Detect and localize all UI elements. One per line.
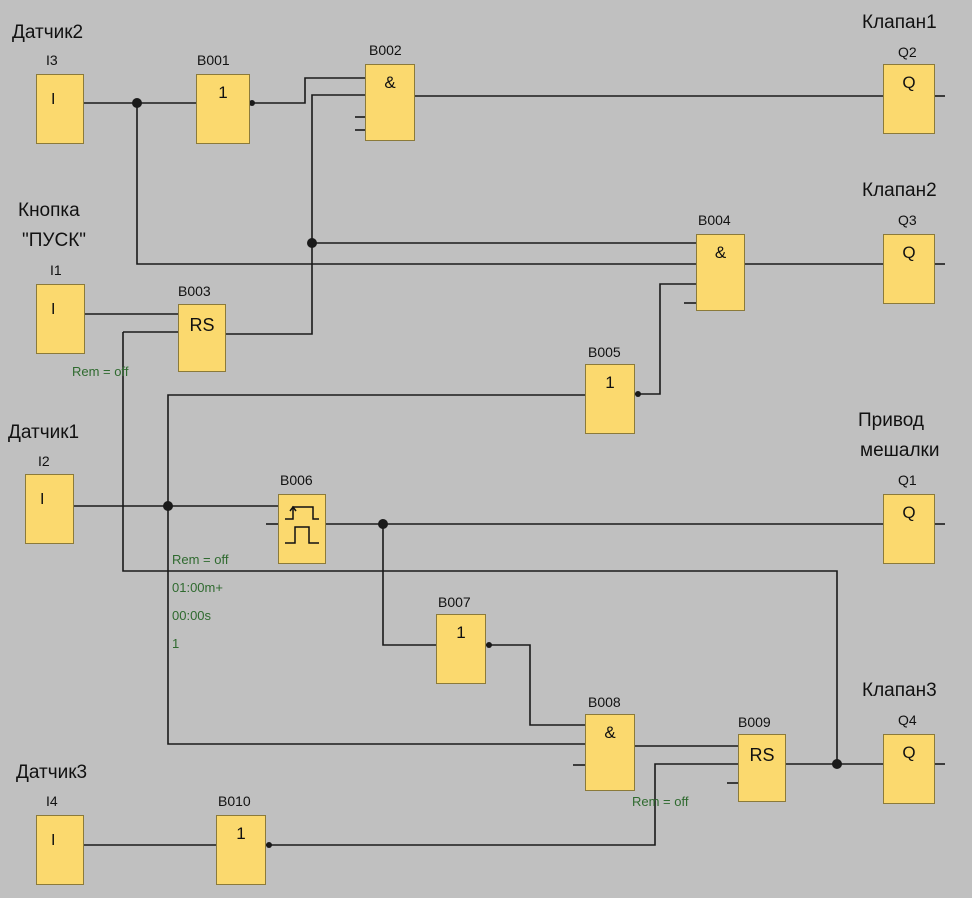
junction-dot (163, 501, 173, 511)
junction-dot (132, 98, 142, 108)
junction-dot (307, 238, 317, 248)
i2-id: I2 (38, 453, 50, 469)
q1-name-line2: мешалки (860, 440, 940, 461)
wire-b006-b003-reset (122, 332, 838, 764)
input-symbol: I (51, 91, 56, 108)
i1-name-line2: "ПУСК" (22, 230, 87, 251)
not-block-b010[interactable]: 1 (216, 815, 266, 885)
i1-id: I1 (50, 262, 62, 278)
and-block-b008[interactable]: & (585, 714, 635, 791)
b002-id: B002 (369, 42, 402, 58)
rs-symbol: RS (749, 745, 775, 765)
i3-id: I3 (46, 52, 58, 68)
not-block-b007[interactable]: 1 (436, 614, 486, 684)
b006-id: B006 (280, 472, 313, 488)
rs-block-b009[interactable]: RS (738, 734, 786, 802)
i1-name-line1: Кнопка (18, 200, 80, 221)
wire-i2-b005 (167, 394, 585, 506)
b004-id: B004 (698, 212, 731, 228)
not-block-b001[interactable]: 1 (196, 74, 250, 144)
not-symbol: 1 (456, 623, 466, 642)
and-block-b004[interactable]: & (696, 234, 745, 311)
q2-name: Клапан1 (862, 12, 937, 33)
not-symbol: 1 (605, 373, 615, 392)
i3-name: Датчик2 (12, 22, 84, 43)
input-block-i3[interactable]: I (36, 74, 84, 144)
q3-name: Клапан2 (862, 180, 937, 201)
q4-name: Клапан3 (862, 680, 937, 701)
output-symbol: Q (902, 73, 916, 92)
rs-block-b003[interactable]: RS (178, 304, 226, 372)
not-symbol: 1 (236, 824, 246, 843)
output-block-q2[interactable]: Q (883, 64, 935, 134)
not-block-b005[interactable]: 1 (585, 364, 635, 434)
output-block-q4[interactable]: Q (883, 734, 935, 804)
input-block-i4[interactable]: I (36, 815, 84, 885)
q1-id: Q1 (898, 472, 917, 488)
wire-b001-b002 (250, 77, 365, 104)
b006-param-count: 1 (172, 636, 180, 651)
input-block-i2[interactable]: I (25, 474, 74, 544)
wire-i2-b008 (167, 506, 585, 745)
pulse-timer-icon (285, 505, 319, 544)
wire-b007-b008 (486, 644, 585, 726)
output-block-q3[interactable]: Q (883, 234, 935, 304)
i4-id: I4 (46, 793, 58, 809)
wiring-layer (74, 77, 945, 848)
negation-dot (635, 391, 641, 397)
rs-symbol: RS (189, 315, 215, 335)
negation-dot (486, 642, 492, 648)
input-symbol: I (40, 491, 45, 508)
q2-id: Q2 (898, 44, 917, 60)
input-symbol: I (51, 832, 56, 849)
wire-b006-b007 (382, 524, 436, 646)
output-symbol: Q (902, 243, 916, 262)
and-symbol: & (714, 243, 727, 262)
i2-name: Датчик1 (8, 422, 80, 443)
wire-b005-b004 (635, 283, 696, 395)
b009-id: B009 (738, 714, 771, 730)
b006-param-time1: 01:00m+ (172, 580, 223, 595)
not-symbol: 1 (218, 83, 228, 102)
and-symbol: & (604, 723, 616, 742)
b008-id: B008 (588, 694, 621, 710)
and-symbol: & (384, 73, 396, 92)
output-symbol: Q (902, 743, 916, 762)
b007-id: B007 (438, 594, 471, 610)
b010-id: B010 (218, 793, 251, 809)
input-block-i1[interactable]: I (36, 284, 85, 354)
and-block-b002[interactable]: & (365, 64, 415, 141)
junction-dot (832, 759, 842, 769)
negation-dot (266, 842, 272, 848)
q1-name-line1: Привод (858, 410, 924, 431)
output-block-q1[interactable]: Q (883, 494, 935, 564)
output-symbol: Q (902, 503, 916, 522)
i4-name: Датчик3 (16, 762, 88, 783)
timer-block-b006[interactable] (278, 494, 326, 564)
b006-param-rem: Rem = off (172, 552, 229, 567)
b005-id: B005 (588, 344, 621, 360)
b009-param: Rem = off (632, 794, 689, 809)
b006-param-time2: 00:00s (172, 608, 212, 623)
b003-param: Rem = off (72, 364, 129, 379)
input-symbol: I (51, 301, 56, 318)
b001-id: B001 (197, 52, 230, 68)
junction-dot (378, 519, 388, 529)
q4-id: Q4 (898, 712, 917, 728)
logo-function-block-diagram: Датчик2 I3 I B001 1 B002 & Клапан1 Q2 Q … (0, 0, 972, 898)
b003-id: B003 (178, 283, 211, 299)
q3-id: Q3 (898, 212, 917, 228)
